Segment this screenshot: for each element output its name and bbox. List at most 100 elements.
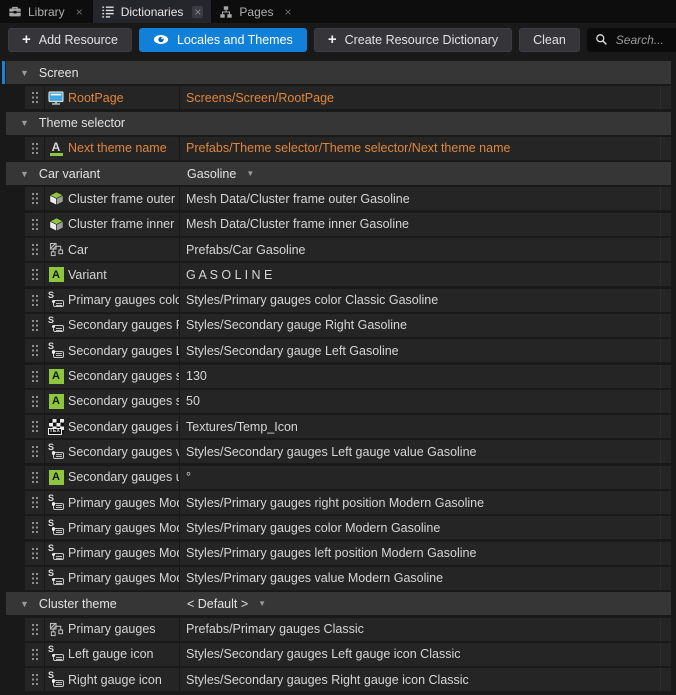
- page-icon: [45, 90, 67, 106]
- drag-handle[interactable]: [25, 567, 45, 590]
- close-icon[interactable]: ×: [282, 6, 293, 18]
- drag-handle[interactable]: [25, 643, 45, 666]
- resource-row[interactable]: SPrimary gauges ModeStyles/Primary gauge…: [25, 567, 671, 590]
- resource-value[interactable]: Styles/Secondary gauge Right Gasoline: [180, 318, 660, 332]
- resource-row[interactable]: SPrimary gauges ModeStyles/Primary gauge…: [25, 491, 671, 514]
- drag-handle[interactable]: [25, 415, 45, 438]
- collapse-arrow-icon[interactable]: ▼: [20, 68, 29, 78]
- resource-row[interactable]: AVariantG A S O L I N E: [25, 263, 671, 286]
- collapse-arrow-icon[interactable]: ▼: [20, 599, 29, 609]
- drag-handle[interactable]: [25, 137, 45, 160]
- resource-value[interactable]: Styles/Primary gauges color Classic Gaso…: [180, 293, 660, 307]
- tab-library[interactable]: Library×: [0, 0, 93, 23]
- close-icon[interactable]: ×: [74, 6, 85, 18]
- resource-row[interactable]: SPrimary gauges ModeStyles/Primary gauge…: [25, 516, 671, 539]
- drag-handle[interactable]: [25, 440, 45, 463]
- resource-row[interactable]: TEXSecondary gauges icoTextures/Temp_Ico…: [25, 415, 671, 438]
- group-label: Theme selector: [39, 116, 125, 130]
- group-value: Gasoline: [187, 167, 236, 181]
- drag-handle[interactable]: [25, 516, 45, 539]
- clean-button[interactable]: Clean: [519, 28, 580, 52]
- resource-name: Secondary gauges un: [67, 466, 180, 489]
- resource-value[interactable]: Styles/Secondary gauges Right gauge icon…: [180, 673, 660, 687]
- resource-value[interactable]: Prefabs/Primary gauges Classic: [180, 622, 660, 636]
- drag-handle[interactable]: [25, 339, 45, 362]
- resource-value[interactable]: Styles/Secondary gauges Left gauge icon …: [180, 647, 660, 661]
- create-resource-dictionary-button[interactable]: + Create Resource Dictionary: [314, 28, 512, 52]
- resource-value[interactable]: Styles/Secondary gauges Left gauge value…: [180, 445, 660, 459]
- resource-value[interactable]: Styles/Secondary gauge Left Gasoline: [180, 344, 660, 358]
- resource-row[interactable]: Cluster frame innerMesh Data/Cluster fra…: [25, 213, 671, 236]
- drag-handle[interactable]: [25, 187, 45, 210]
- drag-handle[interactable]: [25, 542, 45, 565]
- search-box[interactable]: [587, 28, 676, 52]
- group-label: Cluster theme: [39, 597, 117, 611]
- tab-pages[interactable]: Pages×: [211, 0, 301, 23]
- drag-handle[interactable]: [25, 238, 45, 261]
- resource-row[interactable]: ASecondary gauges sca130: [25, 365, 671, 388]
- drag-handle[interactable]: [25, 668, 45, 691]
- resource-value[interactable]: 130: [180, 369, 660, 383]
- resource-value[interactable]: Mesh Data/Cluster frame inner Gasoline: [180, 217, 660, 231]
- collapse-arrow-icon[interactable]: ▼: [20, 169, 29, 179]
- drag-handle[interactable]: [25, 365, 45, 388]
- drag-handle[interactable]: [25, 86, 45, 109]
- resource-row[interactable]: ASecondary gauges un°: [25, 466, 671, 489]
- group-value-dropdown[interactable]: Gasoline▼: [187, 167, 254, 181]
- resource-value[interactable]: Styles/Primary gauges color Modern Gasol…: [180, 521, 660, 535]
- resource-row[interactable]: SPrimary gauges colorStyles/Primary gaug…: [25, 289, 671, 312]
- resource-row[interactable]: SLeft gauge iconStyles/Secondary gauges …: [25, 643, 671, 666]
- resource-value[interactable]: °: [180, 470, 660, 484]
- resource-row[interactable]: SRight gauge iconStyles/Secondary gauges…: [25, 668, 671, 691]
- search-icon: [595, 33, 608, 46]
- tab-label: Dictionaries: [121, 5, 184, 19]
- drag-handle[interactable]: [25, 466, 45, 489]
- drag-handle[interactable]: [25, 213, 45, 236]
- resource-row[interactable]: SSecondary gauges RigStyles/Secondary ga…: [25, 314, 671, 337]
- resource-table: ▼ScreenRootPageScreens/Screen/RootPage ▼ T…: [0, 56, 676, 691]
- drag-handle[interactable]: [25, 263, 45, 286]
- resource-value[interactable]: Styles/Primary gauges left position Mode…: [180, 546, 660, 560]
- resource-name: Right gauge icon: [67, 668, 180, 691]
- resource-row[interactable]: Primary gaugesPrefabs/Primary gauges Cla…: [25, 618, 671, 641]
- resource-value[interactable]: Mesh Data/Cluster frame outer Gasoline: [180, 192, 660, 206]
- resource-row[interactable]: RootPageScreens/Screen/RootPage: [25, 86, 671, 109]
- resource-row[interactable]: SSecondary gauges valStyles/Secondary ga…: [25, 440, 671, 463]
- resource-value[interactable]: Prefabs/Car Gasoline: [180, 243, 660, 257]
- resource-value[interactable]: Prefabs/Theme selector/Theme selector/Ne…: [180, 141, 660, 155]
- group-header[interactable]: ▼ Theme selector: [6, 112, 671, 135]
- drag-handle[interactable]: [25, 491, 45, 514]
- style-icon: S: [45, 495, 67, 511]
- style-icon: S: [45, 545, 67, 561]
- collapse-arrow-icon[interactable]: ▼: [20, 118, 29, 128]
- tab-dictionaries[interactable]: Dictionaries ×: [93, 0, 212, 23]
- create-resource-dictionary-label: Create Resource Dictionary: [345, 33, 499, 47]
- resource-row[interactable]: ASecondary gauges sca50: [25, 390, 671, 413]
- resource-value[interactable]: Styles/Primary gauges right position Mod…: [180, 496, 660, 510]
- group-header[interactable]: ▼Car variantGasoline▼: [6, 162, 671, 185]
- resource-row[interactable]: SPrimary gauges ModeStyles/Primary gauge…: [25, 542, 671, 565]
- resource-value[interactable]: Styles/Primary gauges value Modern Gasol…: [180, 571, 660, 585]
- resource-name: Secondary gauges sca: [67, 365, 180, 388]
- drag-handle[interactable]: [25, 314, 45, 337]
- resource-row[interactable]: SSecondary gauges LefStyles/Secondary ga…: [25, 339, 671, 362]
- resource-value[interactable]: G A S O L I N E: [180, 268, 660, 282]
- resource-value[interactable]: 50: [180, 394, 660, 408]
- group-header[interactable]: ▼ Cluster theme < Default >▼: [6, 592, 671, 615]
- close-icon[interactable]: ×: [192, 6, 203, 18]
- group-value-dropdown[interactable]: < Default >▼: [187, 597, 266, 611]
- resource-row[interactable]: Cluster frame outerMesh Data/Cluster fra…: [25, 187, 671, 210]
- resource-name: Left gauge icon: [67, 643, 180, 666]
- resource-row[interactable]: CarPrefabs/Car Gasoline: [25, 238, 671, 261]
- resource-value[interactable]: Screens/Screen/RootPage: [180, 91, 660, 105]
- drag-handle[interactable]: [25, 390, 45, 413]
- drag-handle[interactable]: [25, 618, 45, 641]
- locales-and-themes-button[interactable]: Locales and Themes: [139, 28, 307, 52]
- resource-value[interactable]: Textures/Temp_Icon: [180, 420, 660, 434]
- search-input[interactable]: [614, 32, 676, 48]
- group-header[interactable]: ▼Screen: [6, 61, 671, 84]
- add-resource-button[interactable]: + Add Resource: [8, 28, 132, 52]
- style-icon: S: [45, 444, 67, 460]
- drag-handle[interactable]: [25, 289, 45, 312]
- resource-row[interactable]: ANext theme namePrefabs/Theme selector/T…: [25, 137, 671, 160]
